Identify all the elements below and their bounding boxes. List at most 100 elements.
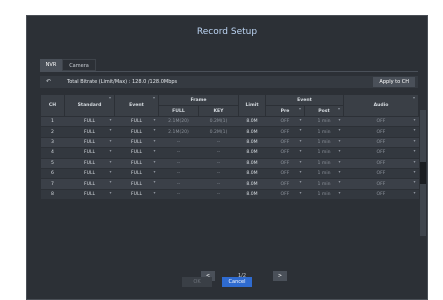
record-setup-dialog: Record Setup NVR Camera ↶ Total Bitrate … <box>26 15 428 300</box>
cell-ch: 3 <box>40 137 65 149</box>
caret-down-icon: ▾ <box>108 95 111 101</box>
cell-event-select[interactable]: FULL ▾ <box>114 126 159 138</box>
dialog-title: Record Setup <box>196 27 258 37</box>
header-event-group: Event <box>265 94 344 106</box>
cell-audio-select[interactable]: OFF ▾ <box>343 147 419 159</box>
cell-limit: 8.0M <box>238 158 266 169</box>
cell-frame-full: -- <box>158 158 199 169</box>
caret-down-icon: ▾ <box>413 117 416 122</box>
caret-down-icon: ▾ <box>299 127 302 133</box>
caret-down-icon: ▾ <box>109 117 112 122</box>
cell-post-select[interactable]: 1 min ▾ <box>304 178 344 190</box>
cell-standard-select[interactable]: FULL ▾ <box>64 137 115 149</box>
cell-pre-select[interactable]: OFF ▾ <box>265 116 305 128</box>
caret-down-icon: ▾ <box>338 158 341 164</box>
cell-event-select[interactable]: FULL ▾ <box>114 178 159 190</box>
cell-frame-key: -- <box>198 158 239 169</box>
header-pre[interactable]: Pre ▾ <box>265 105 305 117</box>
caret-down-icon: ▾ <box>153 189 156 195</box>
tab-camera[interactable]: Camera <box>62 59 96 71</box>
caret-down-icon: ▾ <box>413 189 416 195</box>
cell-event-select[interactable]: FULL ▾ <box>114 189 159 201</box>
cell-standard-select[interactable]: FULL ▾ <box>64 158 115 169</box>
caret-down-icon: ▾ <box>299 189 302 195</box>
cell-post-select[interactable]: 1 min ▾ <box>304 158 344 169</box>
cell-pre-select[interactable]: OFF ▾ <box>265 168 305 180</box>
caret-down-icon: ▾ <box>152 95 155 101</box>
cell-event-select[interactable]: FULL ▾ <box>114 137 159 149</box>
table-row: 5 FULL ▾ FULL ▾ -- -- 8.0M OFF ▾ 1 min ▾ OFF… <box>40 158 419 169</box>
cell-audio-select[interactable]: OFF ▾ <box>343 178 419 190</box>
cell-pre-select[interactable]: OFF ▾ <box>265 178 305 190</box>
scrollbar[interactable] <box>420 110 426 236</box>
header-standard[interactable]: Standard ▾ <box>64 94 115 117</box>
header-event[interactable]: Event ▾ <box>114 94 159 117</box>
header-audio[interactable]: Audio ▾ <box>343 94 419 117</box>
cell-limit: 8.0M <box>238 168 266 180</box>
caret-down-icon: ▾ <box>153 179 156 185</box>
cell-pre-select[interactable]: OFF ▾ <box>265 147 305 159</box>
cell-ch: 7 <box>40 178 65 190</box>
cell-event-select[interactable]: FULL ▾ <box>114 147 159 159</box>
caret-down-icon: ▾ <box>153 158 156 164</box>
cell-audio-select[interactable]: OFF ▾ <box>343 189 419 201</box>
cell-standard-select[interactable]: FULL ▾ <box>64 178 115 190</box>
cell-pre-select[interactable]: OFF ▾ <box>265 137 305 149</box>
cell-post-select[interactable]: 1 min ▾ <box>304 168 344 180</box>
caret-down-icon: ▾ <box>299 148 302 154</box>
cell-frame-key: -- <box>198 147 239 159</box>
cancel-button[interactable]: Cancel <box>222 277 252 287</box>
cell-pre-select[interactable]: OFF ▾ <box>265 126 305 138</box>
cell-event-select[interactable]: FULL ▾ <box>114 158 159 169</box>
next-page-button[interactable]: > <box>273 271 287 281</box>
caret-down-icon: ▾ <box>109 127 112 133</box>
cell-audio-select[interactable]: OFF ▾ <box>343 126 419 138</box>
tab-nvr[interactable]: NVR <box>40 59 62 71</box>
cell-frame-full: -- <box>158 137 199 149</box>
caret-down-icon: ▾ <box>338 137 341 143</box>
caret-down-icon: ▾ <box>298 106 301 112</box>
cell-post-select[interactable]: 1 min ▾ <box>304 137 344 149</box>
table-row: 4 FULL ▾ FULL ▾ -- -- 8.0M OFF ▾ 1 min ▾ OFF… <box>40 147 419 159</box>
cell-standard-select[interactable]: FULL ▾ <box>64 189 115 201</box>
cell-audio-select[interactable]: OFF ▾ <box>343 168 419 180</box>
cell-post-select[interactable]: 1 min ▾ <box>304 189 344 201</box>
back-arrow-icon[interactable]: ↶ <box>46 78 51 85</box>
cell-frame-key: -- <box>198 189 239 201</box>
cell-audio-select[interactable]: OFF ▾ <box>343 116 419 128</box>
caret-down-icon: ▾ <box>299 168 302 174</box>
header-frame-full: FULL <box>158 105 199 117</box>
cell-ch: 8 <box>40 189 65 201</box>
cell-standard-select[interactable]: FULL ▾ <box>64 168 115 180</box>
cell-frame-key: -- <box>198 178 239 190</box>
caret-down-icon: ▾ <box>299 117 302 122</box>
cell-limit: 8.0M <box>238 178 266 190</box>
cell-standard-select[interactable]: FULL ▾ <box>64 147 115 159</box>
caret-down-icon: ▾ <box>109 148 112 154</box>
cell-pre-select[interactable]: OFF ▾ <box>265 189 305 201</box>
cell-frame-key: -- <box>198 137 239 149</box>
cell-ch: 1 <box>40 116 65 128</box>
cell-standard-select[interactable]: FULL ▾ <box>64 116 115 128</box>
caret-down-icon: ▾ <box>299 137 302 143</box>
apply-to-ch-button[interactable]: Apply to CH <box>373 77 415 87</box>
table-row: 6 FULL ▾ FULL ▾ -- -- 8.0M OFF ▾ 1 min ▾ OFF… <box>40 168 419 180</box>
cell-post-select[interactable]: 1 min ▾ <box>304 126 344 138</box>
cell-post-select[interactable]: 1 min ▾ <box>304 147 344 159</box>
scrollbar-thumb[interactable] <box>420 162 426 184</box>
ok-button[interactable]: OK <box>182 277 212 287</box>
cell-frame-full: -- <box>158 147 199 159</box>
header-post[interactable]: Post ▾ <box>304 105 344 117</box>
cell-pre-select[interactable]: OFF ▾ <box>265 158 305 169</box>
cell-standard-select[interactable]: FULL ▾ <box>64 126 115 138</box>
cell-post-select[interactable]: 1 min ▾ <box>304 116 344 128</box>
cell-audio-select[interactable]: OFF ▾ <box>343 137 419 149</box>
caret-down-icon: ▾ <box>413 168 416 174</box>
caret-down-icon: ▾ <box>153 168 156 174</box>
cell-ch: 4 <box>40 147 65 159</box>
cell-event-select[interactable]: FULL ▾ <box>114 116 159 128</box>
cell-audio-select[interactable]: OFF ▾ <box>343 158 419 169</box>
table-row: 8 FULL ▾ FULL ▾ -- -- 8.0M OFF ▾ 1 min ▾ OFF… <box>40 189 419 201</box>
cell-event-select[interactable]: FULL ▾ <box>114 168 159 180</box>
cell-frame-key: 0.2M(1) <box>198 116 239 128</box>
